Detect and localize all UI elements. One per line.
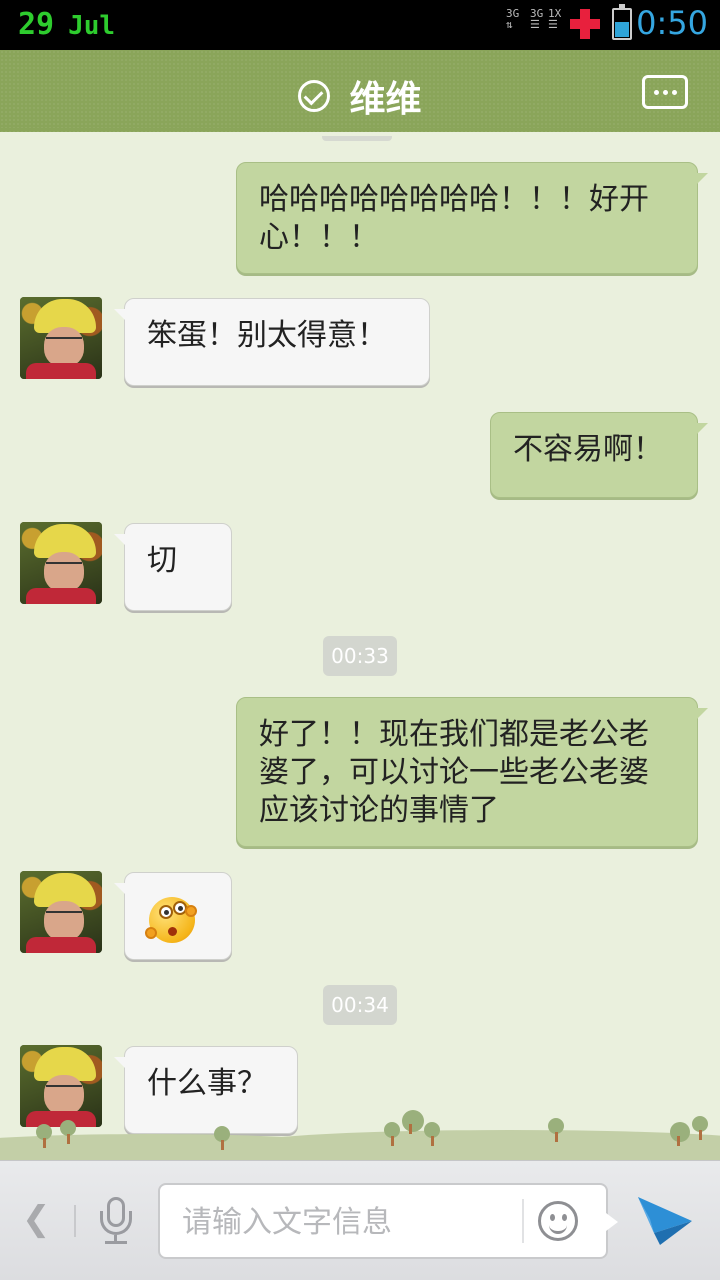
message-text: 什么事？ <box>147 1066 267 1101</box>
divider <box>522 1199 524 1243</box>
message-text: 笨蛋！别太得意！ <box>147 318 387 353</box>
avatar[interactable] <box>20 871 102 953</box>
avatar[interactable] <box>20 297 102 379</box>
signal-icon: 3G ⇅ <box>506 7 520 31</box>
chat-title: 维维 <box>349 79 422 120</box>
message-text: 哈哈哈哈哈哈哈哈！！！好开心！！！ <box>259 182 649 255</box>
timestamp: 00:33 <box>323 636 397 676</box>
message-bubble-sent[interactable]: 好了！！现在我们都是老公老婆了，可以讨论一些老公老婆应该讨论的事情了 <box>236 697 708 847</box>
surprised-emoji-icon <box>145 897 197 943</box>
status-day: 29 <box>18 7 55 42</box>
chat-more-button[interactable] <box>642 75 688 109</box>
status-time: 0:50 <box>636 4 708 42</box>
timestamp: 00:34 <box>323 985 397 1025</box>
divider <box>74 1205 76 1237</box>
message-bubble-sent[interactable]: 哈哈哈哈哈哈哈哈！！！好开心！！！ <box>236 162 708 274</box>
input-bar: ❮ <box>0 1160 720 1280</box>
previous-message-edge <box>322 136 392 141</box>
header-edge <box>0 128 720 136</box>
microphone-icon[interactable] <box>96 1197 136 1247</box>
avatar[interactable] <box>20 522 102 604</box>
message-text: 不容易啊！ <box>513 432 663 467</box>
chevron-left-icon[interactable]: ❮ <box>22 1199 52 1239</box>
status-month: Jul <box>68 11 116 41</box>
message-text: 好了！！现在我们都是老公老婆了，可以讨论一些老公老婆应该讨论的事情了 <box>259 717 649 828</box>
check-circle-icon <box>298 80 331 112</box>
message-bubble-sent[interactable]: 不容易啊！ <box>490 412 708 498</box>
status-bar: 29 Jul 3G ⇅ 3G ☰ 1X ☰ 0:50 <box>0 0 720 50</box>
chat-title-wrap: 维维 <box>0 70 720 120</box>
signal-icon: 1X ☰ <box>548 7 562 31</box>
message-input-box[interactable] <box>158 1183 618 1259</box>
chat-area[interactable]: 哈哈哈哈哈哈哈哈！！！好开心！！！ 笨蛋！别太得意！ 不容易啊！ 切 00:33… <box>0 136 720 1160</box>
health-plus-icon <box>570 9 600 39</box>
message-text: 切 <box>147 543 177 578</box>
landscape-decoration <box>0 1104 720 1160</box>
status-date: 29 Jul <box>18 7 115 42</box>
message-bubble-received[interactable]: 切 <box>114 523 232 611</box>
battery-icon <box>612 4 632 40</box>
message-bubble-received[interactable]: 笨蛋！别太得意！ <box>114 298 430 386</box>
message-bubble-received[interactable] <box>114 872 232 960</box>
paper-plane-send-icon[interactable] <box>636 1193 694 1247</box>
smiley-icon[interactable] <box>538 1201 578 1241</box>
message-input[interactable] <box>182 1199 512 1245</box>
